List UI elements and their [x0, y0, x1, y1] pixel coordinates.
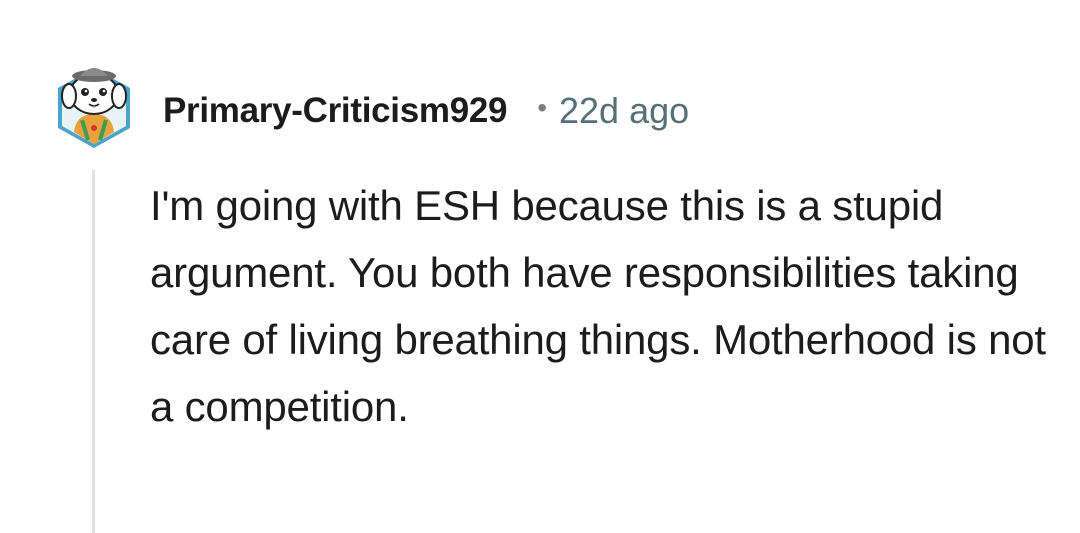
thread-collapse-line[interactable] [92, 170, 95, 533]
comment-body: I'm going with ESH because this is a stu… [150, 182, 1046, 430]
comment-timestamp[interactable]: 22d ago [559, 90, 689, 132]
meta-separator: • [537, 92, 548, 123]
comment-header: Primary-Criticism929 • 22d ago [163, 88, 689, 134]
comment: Primary-Criticism929 • 22d ago I'm going… [0, 0, 1080, 533]
snoo-dog-avatar-icon [58, 68, 130, 148]
username-link[interactable]: Primary-Criticism929 [163, 91, 508, 131]
user-avatar[interactable] [54, 62, 134, 150]
